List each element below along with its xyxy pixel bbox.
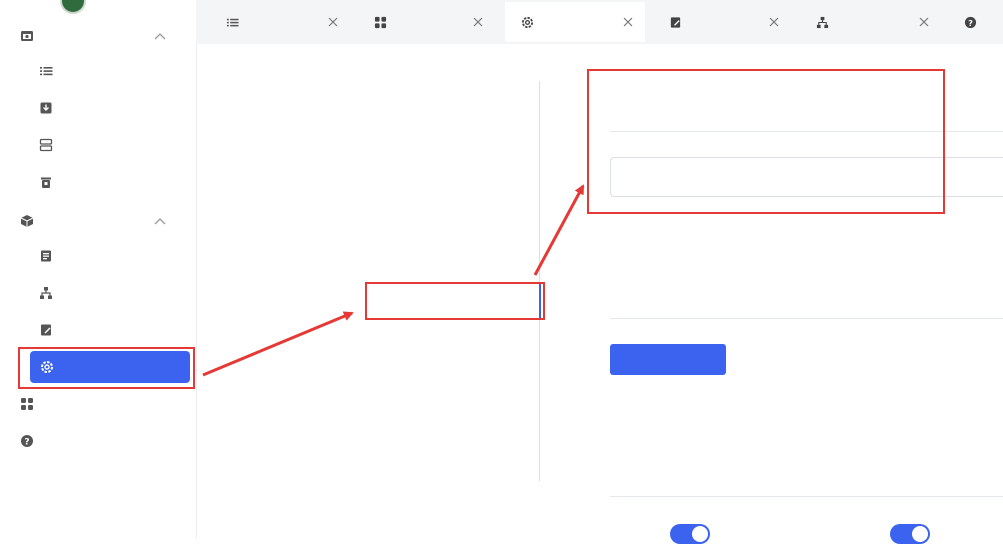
sidebar-group-my-account[interactable] bbox=[0, 203, 196, 239]
nav-default-kernel-version[interactable] bbox=[521, 400, 540, 440]
sidebar-item-package-management[interactable] bbox=[0, 238, 196, 274]
svg-text:?: ? bbox=[968, 17, 973, 27]
sidebar-item-groups[interactable] bbox=[0, 127, 196, 163]
sidebar: ? bbox=[0, 0, 197, 539]
tab-help[interactable]: ? bbox=[948, 2, 1003, 42]
tab-global-settings[interactable] bbox=[505, 2, 645, 42]
nav-custom-launch-args[interactable] bbox=[521, 280, 540, 320]
anchor-nav-active-indicator bbox=[539, 284, 541, 320]
tab-browser-list[interactable] bbox=[210, 2, 350, 42]
log-icon bbox=[669, 16, 682, 29]
sidebar-item-sub-account-management[interactable] bbox=[0, 275, 196, 311]
nav-default-homepage[interactable] bbox=[521, 240, 540, 280]
sidebar-item-operation-log[interactable] bbox=[0, 312, 196, 348]
list-icon bbox=[39, 64, 53, 78]
tab-sub-account-management[interactable] bbox=[800, 2, 941, 42]
sync-recent-tabs-toggle[interactable] bbox=[890, 524, 930, 544]
org-tree-icon bbox=[816, 16, 829, 29]
sidebar-item-browser-list[interactable] bbox=[0, 53, 196, 89]
sidebar-group-browser-management[interactable] bbox=[0, 18, 196, 54]
help-icon: ? bbox=[20, 434, 34, 448]
tab-bar: ? bbox=[196, 0, 1003, 44]
sync-toggle-row bbox=[670, 524, 720, 544]
chevron-up-icon[interactable] bbox=[154, 216, 166, 226]
sidebar-item-shared-with-me[interactable] bbox=[0, 90, 196, 126]
nav-language[interactable] bbox=[521, 160, 540, 200]
sync-save-cookie-toggle[interactable] bbox=[670, 524, 710, 544]
org-tree-icon bbox=[39, 286, 53, 300]
nav-auxiliary-functions[interactable] bbox=[521, 440, 540, 480]
close-icon[interactable] bbox=[473, 17, 483, 27]
cube-account-icon bbox=[20, 214, 34, 228]
apps-icon bbox=[374, 16, 387, 29]
settings-content bbox=[210, 44, 1003, 544]
close-icon[interactable] bbox=[623, 17, 633, 27]
close-icon[interactable] bbox=[919, 17, 929, 27]
custom-launch-args-input[interactable] bbox=[610, 157, 1003, 197]
avatar[interactable] bbox=[60, 0, 86, 14]
trash-icon bbox=[39, 175, 53, 189]
close-icon[interactable] bbox=[328, 17, 338, 27]
nav-resolution[interactable] bbox=[521, 120, 540, 160]
chevron-up-icon[interactable] bbox=[154, 31, 166, 41]
anchor-nav-divider bbox=[539, 81, 540, 481]
apps-icon bbox=[20, 397, 34, 411]
list-icon bbox=[226, 16, 239, 29]
browser-icon bbox=[20, 29, 34, 43]
tab-app-center[interactable] bbox=[358, 2, 495, 42]
section-divider bbox=[610, 318, 1003, 319]
download-share-icon bbox=[39, 101, 53, 115]
nav-user-agent[interactable] bbox=[521, 80, 540, 120]
nav-sync-settings[interactable] bbox=[521, 360, 540, 400]
nav-manual-timezone[interactable] bbox=[521, 200, 540, 240]
package-icon bbox=[39, 249, 53, 263]
sidebar-item-global-settings[interactable] bbox=[30, 351, 190, 383]
close-icon[interactable] bbox=[769, 17, 779, 27]
sync-toggle-row bbox=[890, 524, 940, 544]
svg-text:?: ? bbox=[24, 438, 29, 448]
nav-proxy-settings[interactable] bbox=[521, 320, 540, 360]
sidebar-group-app-center[interactable] bbox=[0, 386, 196, 422]
gear-icon bbox=[521, 16, 534, 29]
group-icon bbox=[39, 138, 53, 152]
sidebar-item-recycle-bin[interactable] bbox=[0, 164, 196, 200]
gear-icon bbox=[40, 360, 54, 374]
help-icon: ? bbox=[964, 16, 977, 29]
sidebar-group-help-center[interactable]: ? bbox=[0, 423, 196, 459]
section-divider bbox=[610, 131, 1003, 132]
log-icon bbox=[39, 323, 53, 337]
proxy-settings-button[interactable] bbox=[610, 344, 726, 375]
section-divider bbox=[610, 496, 1003, 497]
tab-operation-log[interactable] bbox=[653, 2, 791, 42]
